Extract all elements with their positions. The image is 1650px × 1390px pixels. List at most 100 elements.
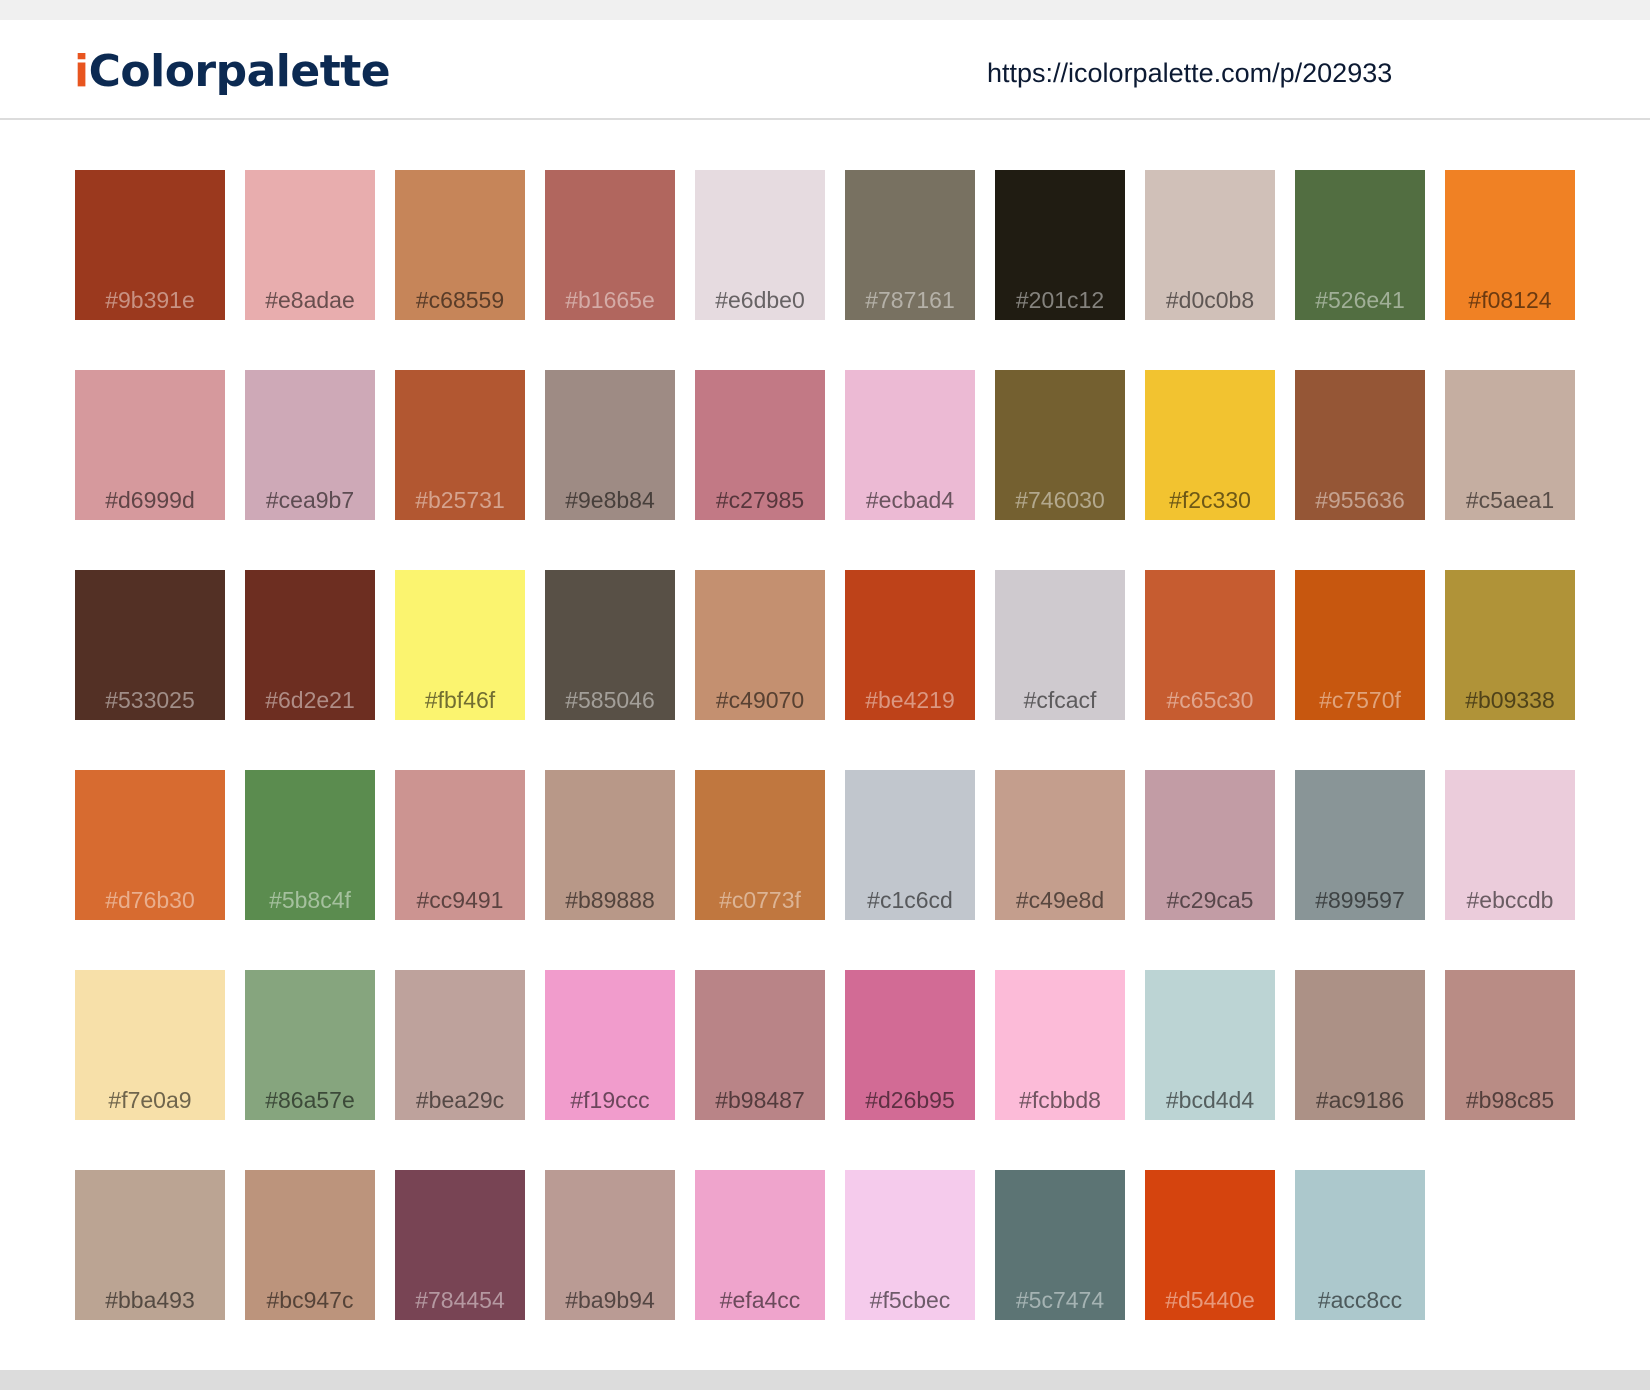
color-swatch-label: #cc9491 bbox=[416, 887, 504, 913]
color-swatch[interactable]: #cc9491 bbox=[395, 770, 525, 920]
color-swatch-label: #b98c85 bbox=[1465, 1087, 1555, 1113]
color-swatch[interactable]: #bcd4d4 bbox=[1145, 970, 1275, 1120]
color-swatch[interactable]: #fcbbd8 bbox=[995, 970, 1125, 1120]
color-swatch-label: #b1665e bbox=[565, 287, 655, 313]
color-swatch[interactable]: #c29ca5 bbox=[1145, 770, 1275, 920]
color-swatch-label: #784454 bbox=[415, 1287, 505, 1313]
color-swatch[interactable]: #c5aea1 bbox=[1445, 370, 1575, 520]
color-swatch[interactable]: #b98487 bbox=[695, 970, 825, 1120]
color-swatch[interactable]: #c27985 bbox=[695, 370, 825, 520]
color-swatch-label: #c27985 bbox=[715, 487, 805, 513]
color-swatch-label: #526e41 bbox=[1315, 287, 1405, 313]
color-swatch[interactable]: #bc947c bbox=[245, 1170, 375, 1320]
color-swatch[interactable]: #ebccdb bbox=[1445, 770, 1575, 920]
color-swatch[interactable]: #746030 bbox=[995, 370, 1125, 520]
color-swatch-label: #c29ca5 bbox=[1166, 887, 1254, 913]
color-swatch[interactable]: #787161 bbox=[845, 170, 975, 320]
color-swatch[interactable]: #f19ccc bbox=[545, 970, 675, 1120]
color-swatch-label: #787161 bbox=[865, 287, 955, 313]
color-swatch-label: #f19ccc bbox=[570, 1087, 650, 1113]
color-swatch[interactable]: #5b8c4f bbox=[245, 770, 375, 920]
color-swatch[interactable]: #c7570f bbox=[1295, 570, 1425, 720]
color-swatch[interactable]: #955636 bbox=[1295, 370, 1425, 520]
color-swatch[interactable]: #d6999d bbox=[75, 370, 225, 520]
color-swatch-label: #acc8cc bbox=[1317, 1287, 1403, 1313]
color-swatch[interactable]: #bba493 bbox=[75, 1170, 225, 1320]
site-logo[interactable]: iColorpalette bbox=[74, 44, 391, 100]
color-swatch[interactable]: #f2c330 bbox=[1145, 370, 1275, 520]
color-swatch[interactable]: #e6dbe0 bbox=[695, 170, 825, 320]
color-swatch[interactable]: #b98c85 bbox=[1445, 970, 1575, 1120]
color-swatch[interactable]: #c1c6cd bbox=[845, 770, 975, 920]
color-swatch[interactable]: #c49070 bbox=[695, 570, 825, 720]
color-swatch-label: #c49e8d bbox=[1015, 887, 1105, 913]
color-swatch[interactable]: #f7e0a9 bbox=[75, 970, 225, 1120]
color-swatch[interactable]: #9e8b84 bbox=[545, 370, 675, 520]
color-swatch[interactable]: #526e41 bbox=[1295, 170, 1425, 320]
color-swatch-label: #e8adae bbox=[265, 287, 355, 313]
color-swatch[interactable]: #b89888 bbox=[545, 770, 675, 920]
color-swatch-label: #e6dbe0 bbox=[715, 287, 805, 313]
color-swatch-label: #b89888 bbox=[565, 887, 655, 913]
color-swatch-label: #bba493 bbox=[105, 1287, 195, 1313]
color-swatch[interactable]: #5c7474 bbox=[995, 1170, 1125, 1320]
color-swatch[interactable]: #d26b95 bbox=[845, 970, 975, 1120]
color-swatch[interactable]: #f5cbec bbox=[845, 1170, 975, 1320]
color-swatch[interactable]: #ba9b94 bbox=[545, 1170, 675, 1320]
color-swatch-label: #746030 bbox=[1015, 487, 1105, 513]
color-swatch[interactable]: #d5440e bbox=[1145, 1170, 1275, 1320]
color-swatch-label: #86a57e bbox=[265, 1087, 355, 1113]
color-swatch[interactable]: #bea29c bbox=[395, 970, 525, 1120]
color-swatch[interactable]: #be4219 bbox=[845, 570, 975, 720]
color-swatch[interactable]: #b09338 bbox=[1445, 570, 1575, 720]
color-swatch-label: #d6999d bbox=[105, 487, 195, 513]
color-swatch[interactable]: #cea9b7 bbox=[245, 370, 375, 520]
top-strip bbox=[0, 0, 1650, 20]
color-swatch[interactable]: #d76b30 bbox=[75, 770, 225, 920]
color-swatch[interactable]: #585046 bbox=[545, 570, 675, 720]
color-swatch[interactable]: #acc8cc bbox=[1295, 1170, 1425, 1320]
color-swatch[interactable]: #ac9186 bbox=[1295, 970, 1425, 1120]
color-swatch[interactable]: #cfcacf bbox=[995, 570, 1125, 720]
color-swatch-label: #c7570f bbox=[1319, 687, 1401, 713]
color-swatch-label: #bea29c bbox=[415, 1087, 505, 1113]
color-swatch-label: #c5aea1 bbox=[1465, 487, 1555, 513]
color-swatch-label: #d0c0b8 bbox=[1165, 287, 1255, 313]
color-swatch[interactable]: #c0773f bbox=[695, 770, 825, 920]
color-swatch[interactable]: #533025 bbox=[75, 570, 225, 720]
color-swatch[interactable]: #784454 bbox=[395, 1170, 525, 1320]
color-swatch[interactable]: #b1665e bbox=[545, 170, 675, 320]
bottom-strip bbox=[0, 1370, 1650, 1390]
color-swatch[interactable]: #efa4cc bbox=[695, 1170, 825, 1320]
swatch-grid: #9b391e #e8adae #c68559 #b1665e #e6dbe0 #7871… bbox=[75, 170, 1580, 1320]
color-swatch[interactable]: #ecbad4 bbox=[845, 370, 975, 520]
color-swatch-label: #be4219 bbox=[865, 687, 955, 713]
color-swatch[interactable]: #86a57e bbox=[245, 970, 375, 1120]
color-swatch[interactable]: #e8adae bbox=[245, 170, 375, 320]
color-swatch[interactable]: #899597 bbox=[1295, 770, 1425, 920]
color-swatch-label: #d76b30 bbox=[105, 887, 195, 913]
color-swatch-label: #f08124 bbox=[1468, 287, 1552, 313]
color-swatch[interactable]: #c68559 bbox=[395, 170, 525, 320]
color-swatch[interactable]: #d0c0b8 bbox=[1145, 170, 1275, 320]
logo-text: Colorpalette bbox=[88, 46, 391, 97]
color-swatch[interactable]: #6d2e21 bbox=[245, 570, 375, 720]
color-swatch[interactable]: #b25731 bbox=[395, 370, 525, 520]
color-swatch[interactable]: #fbf46f bbox=[395, 570, 525, 720]
color-swatch-label: #f2c330 bbox=[1169, 487, 1251, 513]
color-swatch-label: #c68559 bbox=[415, 287, 505, 313]
color-swatch-label: #899597 bbox=[1315, 887, 1405, 913]
color-swatch[interactable]: #201c12 bbox=[995, 170, 1125, 320]
color-swatch-label: #ac9186 bbox=[1315, 1087, 1405, 1113]
color-swatch-label: #5b8c4f bbox=[269, 887, 351, 913]
color-swatch-label: #cea9b7 bbox=[265, 487, 355, 513]
color-swatch-label: #c65c30 bbox=[1166, 687, 1254, 713]
color-swatch-label: #efa4cc bbox=[719, 1287, 801, 1313]
color-swatch[interactable]: #9b391e bbox=[75, 170, 225, 320]
color-swatch-label: #fbf46f bbox=[424, 687, 496, 713]
color-swatch[interactable]: #c65c30 bbox=[1145, 570, 1275, 720]
color-swatch-label: #d5440e bbox=[1165, 1287, 1255, 1313]
color-swatch[interactable]: #f08124 bbox=[1445, 170, 1575, 320]
color-swatch-label: #ba9b94 bbox=[565, 1287, 655, 1313]
color-swatch[interactable]: #c49e8d bbox=[995, 770, 1125, 920]
